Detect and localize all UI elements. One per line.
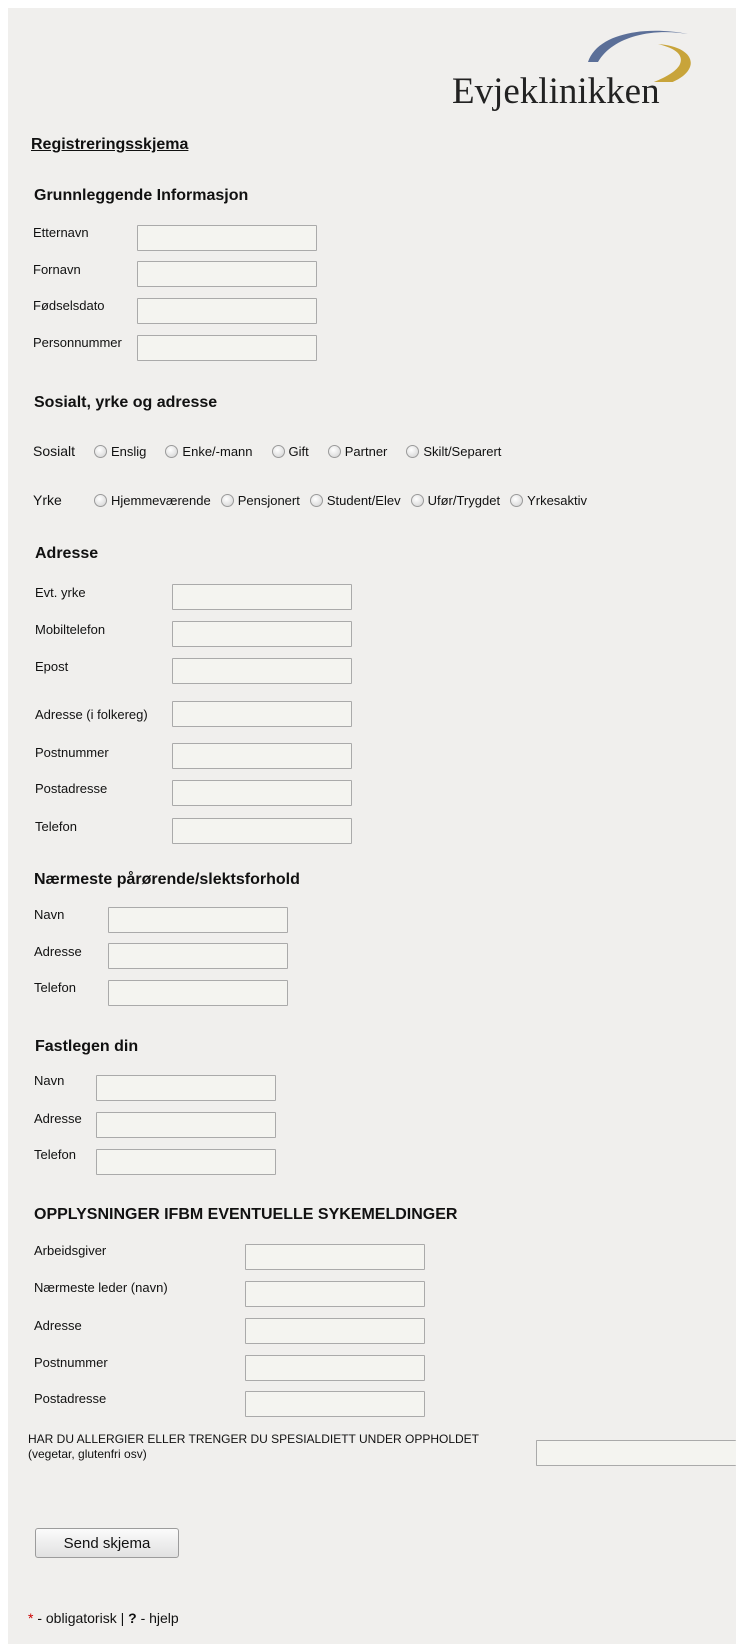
allergy-field[interactable] <box>536 1440 736 1466</box>
section-heading-address: Adresse <box>35 545 99 562</box>
etternavn-field[interactable] <box>137 225 317 251</box>
radio-circle-icon[interactable] <box>510 494 524 507</box>
radio-pensjonert[interactable]: Pensjonert <box>220 493 300 508</box>
radio-label: Yrkesaktiv <box>527 493 588 508</box>
allergy-question-line1: HAR DU ALLERGIER ELLER TRENGER DU SPESIA… <box>28 1432 480 1446</box>
hjelp-text: - hjelp <box>136 1610 179 1626</box>
send-skjema-button[interactable]: Send skjema <box>35 1528 179 1558</box>
label-sick-postadresse: Postadresse <box>34 1391 107 1406</box>
fornavn-field[interactable] <box>137 261 317 287</box>
relative-adresse-field[interactable] <box>108 943 288 969</box>
sosialt-radio-group: Enslig Enke/-mann Gift Partner Skilt/Sep… <box>94 444 520 459</box>
label-fornavn: Fornavn <box>33 262 81 277</box>
label-gp-navn: Navn <box>34 1073 65 1088</box>
radio-label: Pensjonert <box>237 493 300 508</box>
sosialt-label: Sosialt <box>33 443 76 459</box>
section-heading-relative: Nærmeste pårørende/slektsforhold <box>34 871 300 888</box>
radio-circle-icon[interactable] <box>94 494 107 507</box>
obligatorisk-text: - obligatorisk | <box>33 1610 129 1626</box>
label-sick-adresse: Adresse <box>34 1318 82 1333</box>
mobiltelefon-field[interactable] <box>172 621 352 647</box>
radio-label: Partner <box>344 444 388 459</box>
radio-circle-icon[interactable] <box>406 445 420 458</box>
adresse-folkereg-field[interactable] <box>172 701 352 727</box>
evt-yrke-field[interactable] <box>172 584 352 610</box>
label-relative-navn: Navn <box>34 907 65 922</box>
personnummer-field[interactable] <box>137 335 317 361</box>
label-gp-adresse: Adresse <box>34 1111 82 1126</box>
gp-telefon-field[interactable] <box>96 1149 276 1175</box>
section-heading-social: Sosialt, yrke og adresse <box>34 394 218 411</box>
form-page: Evjeklinikken Registreringsskjema Grunnl… <box>8 8 736 1644</box>
sick-postnummer-field[interactable] <box>245 1355 425 1381</box>
radio-enslig[interactable]: Enslig <box>94 444 146 459</box>
label-evt-yrke: Evt. yrke <box>35 585 86 600</box>
radio-label: Enslig <box>111 444 147 459</box>
sick-postadresse-field[interactable] <box>245 1391 425 1417</box>
epost-field[interactable] <box>172 658 352 684</box>
label-etternavn: Etternavn <box>33 225 89 240</box>
help-question-mark: ? <box>128 1610 137 1626</box>
radio-circle-icon[interactable] <box>165 445 179 458</box>
radio-circle-icon[interactable] <box>220 494 234 507</box>
label-gp-telefon: Telefon <box>34 1147 76 1162</box>
radio-circle-icon[interactable] <box>410 494 424 507</box>
allergy-question: HAR DU ALLERGIER ELLER TRENGER DU SPESIA… <box>28 1432 479 1462</box>
section-heading-gp: Fastlegen din <box>35 1038 139 1055</box>
footer-legend: * - obligatorisk | ? - hjelp <box>28 1610 179 1626</box>
label-relative-telefon: Telefon <box>34 980 76 995</box>
naermeste-leder-field[interactable] <box>245 1281 425 1307</box>
radio-label: Skilt/Separert <box>423 444 502 459</box>
section-heading-basic: Grunnleggende Informasjon <box>34 187 249 204</box>
allergy-question-line2: (vegetar, glutenfri osv) <box>28 1447 147 1461</box>
radio-circle-icon[interactable] <box>327 445 341 458</box>
radio-ufor-trygdet[interactable]: Ufør/Trygdet <box>410 493 501 508</box>
radio-enke-mann[interactable]: Enke/-mann <box>165 444 253 459</box>
yrke-radio-group: Hjemmeværende Pensjonert Student/Elev Uf… <box>94 493 587 508</box>
postadresse-field[interactable] <box>172 780 352 806</box>
radio-partner[interactable]: Partner <box>327 444 388 459</box>
radio-circle-icon[interactable] <box>94 445 107 458</box>
relative-navn-field[interactable] <box>108 907 288 933</box>
logo-text: Evjeklinikken <box>452 71 660 112</box>
label-arbeidsgiver: Arbeidsgiver <box>34 1243 107 1258</box>
radio-student-elev[interactable]: Student/Elev <box>309 493 401 508</box>
gp-navn-field[interactable] <box>96 1075 276 1101</box>
label-epost: Epost <box>35 659 69 674</box>
label-postnummer: Postnummer <box>35 745 109 760</box>
logo: Evjeklinikken <box>448 22 698 112</box>
form-title: Registreringsskjema <box>31 136 189 153</box>
radio-hjemmevaerende[interactable]: Hjemmeværende <box>94 493 211 508</box>
radio-circle-icon[interactable] <box>271 445 285 458</box>
label-relative-adresse: Adresse <box>34 944 82 959</box>
fodselsdato-field[interactable] <box>137 298 317 324</box>
radio-label: Hjemmeværende <box>111 493 211 508</box>
telefon-field[interactable] <box>172 818 352 844</box>
relative-telefon-field[interactable] <box>108 980 288 1006</box>
label-sick-postnummer: Postnummer <box>34 1355 108 1370</box>
radio-label: Enke/-mann <box>182 444 253 459</box>
label-fodselsdato: Fødselsdato <box>33 298 105 313</box>
label-telefon: Telefon <box>35 819 77 834</box>
label-adresse-folkereg: Adresse (i folkereg) <box>35 707 148 722</box>
label-mobiltelefon: Mobiltelefon <box>35 622 106 637</box>
yrke-label: Yrke <box>33 492 62 508</box>
radio-label: Gift <box>288 444 309 459</box>
postnummer-field[interactable] <box>172 743 352 769</box>
sick-adresse-field[interactable] <box>245 1318 425 1344</box>
radio-circle-icon[interactable] <box>309 494 323 507</box>
radio-skilt-separert[interactable]: Skilt/Separert <box>406 444 501 459</box>
radio-label: Student/Elev <box>326 493 401 508</box>
section-heading-sick: OPPLYSNINGER IFBM EVENTUELLE SYKEMELDING… <box>34 1206 458 1223</box>
label-naermeste-leder: Nærmeste leder (navn) <box>34 1280 168 1295</box>
radio-gift[interactable]: Gift <box>271 444 309 459</box>
label-postadresse: Postadresse <box>35 781 108 796</box>
arbeidsgiver-field[interactable] <box>245 1244 425 1270</box>
label-personnummer: Personnummer <box>33 335 122 350</box>
radio-label: Ufør/Trygdet <box>427 493 501 508</box>
radio-yrkesaktiv[interactable]: Yrkesaktiv <box>510 493 587 508</box>
gp-adresse-field[interactable] <box>96 1112 276 1138</box>
